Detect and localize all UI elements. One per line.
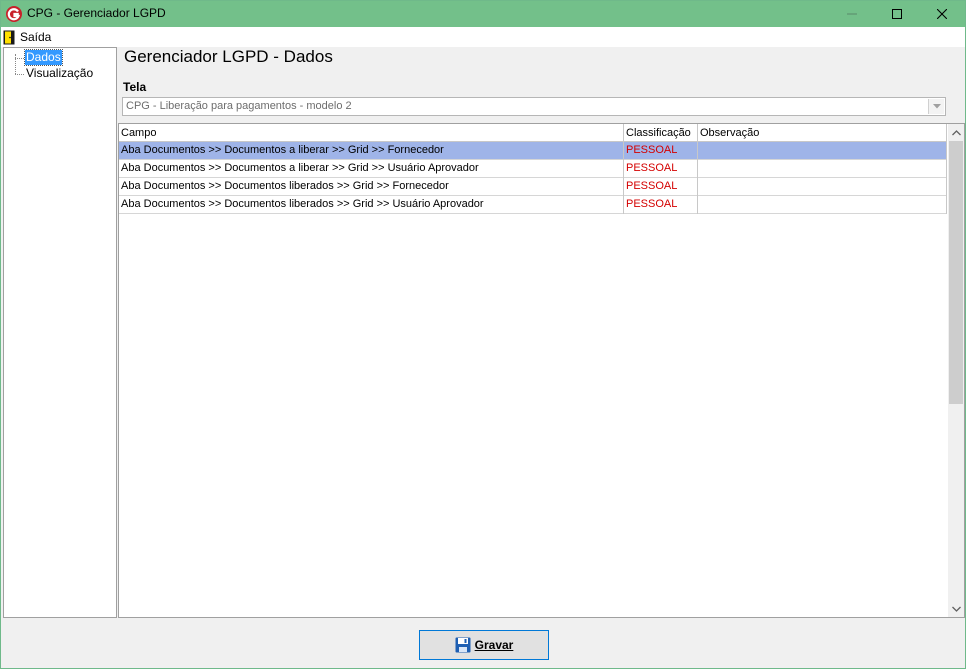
exit-menu-label: Saída xyxy=(20,30,52,44)
save-button-label: Gravar xyxy=(474,638,514,652)
cell-classificacao[interactable]: PESSOAL xyxy=(624,142,698,160)
cell-campo[interactable]: Aba Documentos >> Documentos a liberar >… xyxy=(119,160,624,178)
close-button[interactable] xyxy=(919,1,965,27)
cell-observacao[interactable] xyxy=(698,142,947,160)
minimize-icon xyxy=(847,13,857,15)
tree-connector xyxy=(15,58,24,59)
app-logo-icon xyxy=(6,6,22,22)
screen-select[interactable]: CPG - Liberação para pagamentos - modelo… xyxy=(122,97,946,116)
table-row[interactable]: Aba Documentos >> Documentos liberados >… xyxy=(119,196,947,214)
cell-observacao[interactable] xyxy=(698,178,947,196)
maximize-button[interactable] xyxy=(874,1,920,27)
cell-classificacao[interactable]: PESSOAL xyxy=(624,196,698,214)
table-row[interactable]: Aba Documentos >> Documentos liberados >… xyxy=(119,178,947,196)
screen-select-dropdown-button[interactable] xyxy=(928,99,944,114)
column-header-observacao[interactable]: Observação xyxy=(698,124,947,142)
cell-classificacao[interactable]: PESSOAL xyxy=(624,160,698,178)
page-title: Gerenciador LGPD - Dados xyxy=(124,47,333,66)
grid-right-border xyxy=(946,124,947,214)
close-icon xyxy=(937,9,947,19)
door-exit-icon xyxy=(3,30,15,44)
chevron-down-icon xyxy=(932,104,941,109)
cell-campo[interactable]: Aba Documentos >> Documentos liberados >… xyxy=(119,178,624,196)
cell-observacao[interactable] xyxy=(698,196,947,214)
floppy-disk-icon xyxy=(455,637,471,653)
exit-menu-item[interactable]: Saída xyxy=(3,28,51,46)
scroll-down-button[interactable] xyxy=(948,600,964,617)
tree-item-visualizacao[interactable]: Visualização xyxy=(25,66,94,81)
screen-field-label: Tela xyxy=(123,80,147,94)
tree-item-dados[interactable]: Dados xyxy=(24,49,63,66)
cell-campo[interactable]: Aba Documentos >> Documentos liberados >… xyxy=(119,196,624,214)
chevron-down-icon xyxy=(951,606,961,612)
chevron-up-icon xyxy=(951,129,961,135)
navigation-tree: Dados Visualização xyxy=(3,47,117,618)
grid-header: Campo Classificação Observação xyxy=(119,124,947,142)
menu-bar: Saída xyxy=(1,27,965,47)
column-header-campo[interactable]: Campo xyxy=(119,124,624,142)
application-window: CPG - Gerenciador LGPD Saída Dados Visua… xyxy=(0,0,966,669)
window-title: CPG - Gerenciador LGPD xyxy=(27,6,166,20)
fields-grid: Campo Classificação Observação Aba Docum… xyxy=(118,123,965,618)
scroll-up-button[interactable] xyxy=(948,124,964,141)
minimize-button[interactable] xyxy=(829,1,875,27)
tree-connector xyxy=(15,74,24,75)
cell-observacao[interactable] xyxy=(698,160,947,178)
maximize-icon xyxy=(892,9,902,19)
column-header-classificacao[interactable]: Classificação xyxy=(624,124,698,142)
tree-connector xyxy=(15,54,16,74)
scroll-thumb[interactable] xyxy=(949,141,963,404)
table-row[interactable]: Aba Documentos >> Documentos a liberar >… xyxy=(119,142,947,160)
table-row[interactable]: Aba Documentos >> Documentos a liberar >… xyxy=(119,160,947,178)
save-button[interactable]: Gravar xyxy=(419,630,549,660)
title-bar[interactable]: CPG - Gerenciador LGPD xyxy=(1,1,965,27)
cell-classificacao[interactable]: PESSOAL xyxy=(624,178,698,196)
screen-select-value: CPG - Liberação para pagamentos - modelo… xyxy=(126,100,352,112)
grid-vertical-scrollbar[interactable] xyxy=(948,124,964,617)
cell-campo[interactable]: Aba Documentos >> Documentos a liberar >… xyxy=(119,142,624,160)
